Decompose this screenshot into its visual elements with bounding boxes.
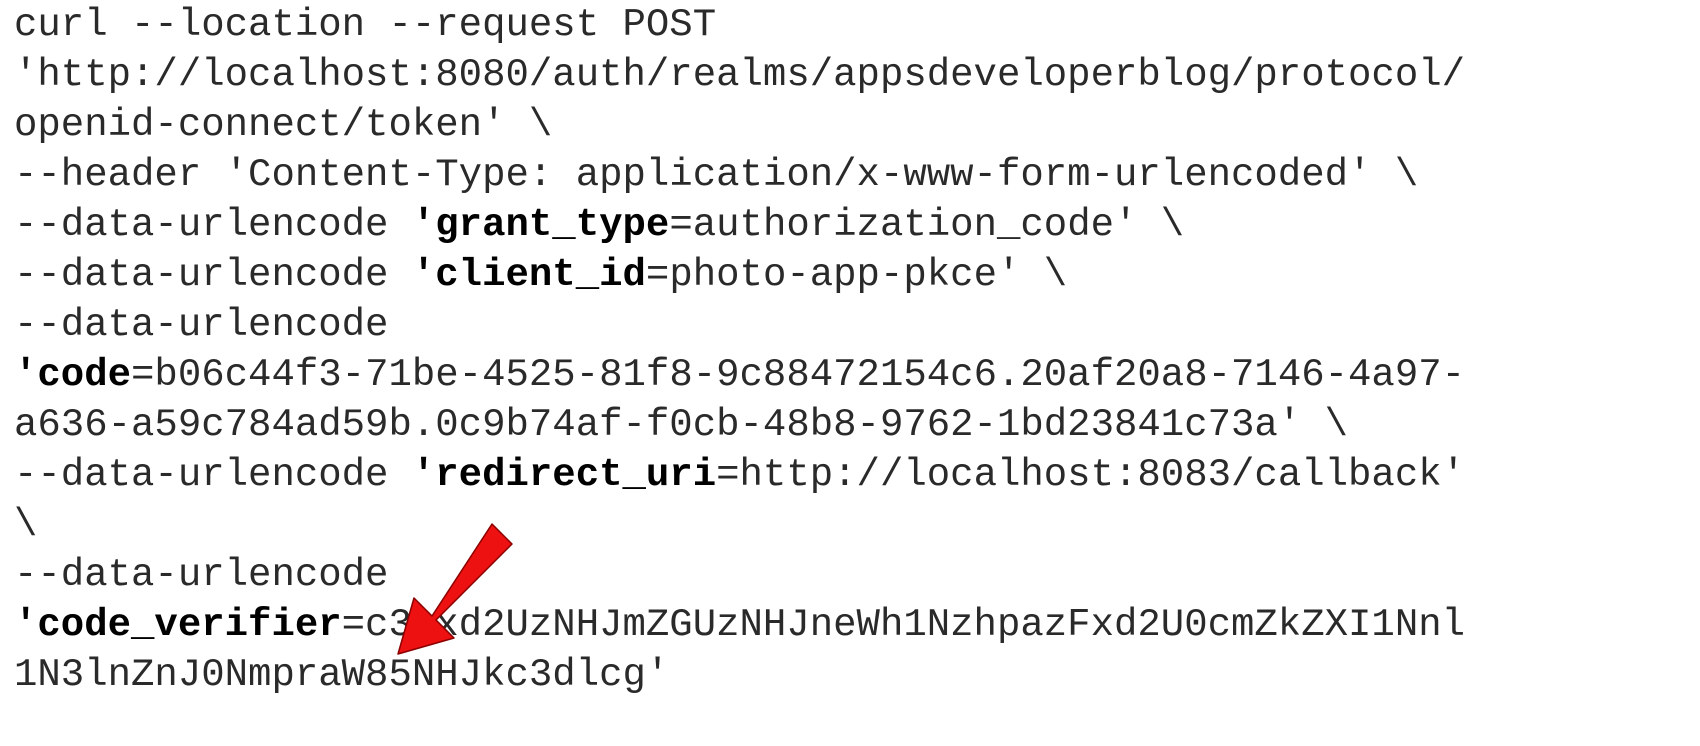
code-line: 'code=b06c44f3-71be-4525-81f8-9c88472154…: [14, 350, 1694, 400]
param-value: =b06c44f3-71be-4525-81f8-9c88472154c6.20…: [131, 353, 1466, 397]
param-key-redirect-uri: 'redirect_uri: [411, 453, 717, 497]
code-line: --data-urlencode: [14, 303, 389, 347]
code-line: 'code_verifier=c3cxd2UzNHJmZGUzNHJneWh1N…: [14, 600, 1694, 650]
code-line: curl --location --request POST: [14, 3, 717, 47]
param-value: =http://localhost:8083/callback': [716, 453, 1466, 497]
code-flag: --data-urlencode: [14, 453, 412, 497]
code-line: 'http://localhost:8080/auth/realms/appsd…: [14, 53, 1466, 97]
code-line: --header 'Content-Type: application/x-ww…: [14, 153, 1419, 197]
code-line: \: [14, 503, 38, 547]
param-value: =photo-app-pkce' \: [645, 253, 1068, 297]
code-line: openid-connect/token' \: [14, 103, 553, 147]
code-flag: --data-urlencode: [14, 203, 412, 247]
code-line: a636-a59c784ad59b.0c9b74af-f0cb-48b8-976…: [14, 403, 1349, 447]
param-key-code: 'code: [14, 353, 132, 397]
param-value: =authorization_code' \: [669, 203, 1185, 247]
code-line: --data-urlencode 'grant_type=authorizati…: [14, 200, 1694, 250]
param-key-client-id: 'client_id: [411, 253, 646, 297]
param-value: =c3cxd2UzNHJmZGUzNHJneWh1NzhpazFxd2U0cmZ…: [341, 603, 1466, 647]
param-key-grant-type: 'grant_type: [411, 203, 670, 247]
code-line: --data-urlencode: [14, 553, 389, 597]
code-line: 1N3lnZnJ0NmpraW85NHJkc3dlcg': [14, 653, 670, 697]
param-key-code-verifier: 'code_verifier: [14, 603, 342, 647]
code-flag: --data-urlencode: [14, 253, 412, 297]
curl-command-code: curl --location --request POST 'http://lo…: [14, 0, 1694, 700]
code-line: --data-urlencode 'client_id=photo-app-pk…: [14, 250, 1694, 300]
code-line: --data-urlencode 'redirect_uri=http://lo…: [14, 450, 1694, 500]
